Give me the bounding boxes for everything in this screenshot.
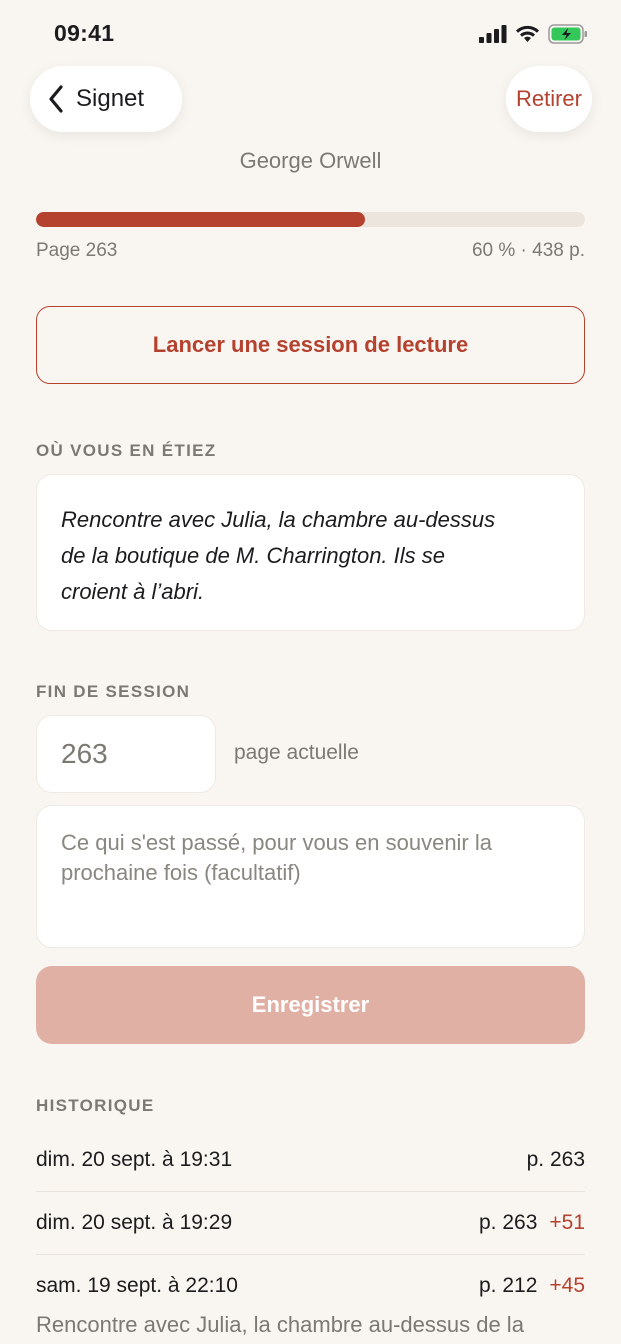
history-entry-note: Rencontre avec Julia, la chambre au-dess… bbox=[36, 1312, 524, 1337]
remove-button[interactable]: Retirer bbox=[506, 66, 592, 132]
cellular-signal-icon bbox=[479, 25, 507, 43]
back-button-label: Signet bbox=[76, 85, 145, 112]
history-date: dim. 20 sept. à 19:29 bbox=[36, 1211, 233, 1234]
history-page: p. 263 bbox=[478, 1211, 538, 1234]
note-line: croient à l’abri. bbox=[61, 579, 205, 604]
chevron-left-icon bbox=[49, 85, 63, 113]
book-author: George Orwell bbox=[239, 148, 382, 173]
reading-progress-bar bbox=[36, 212, 585, 227]
reading-progress-fill bbox=[36, 212, 366, 227]
wifi-icon bbox=[516, 25, 539, 42]
history-page: p. 212 bbox=[478, 1274, 538, 1297]
note-line: de la boutique de M. Charrington. Ils se bbox=[61, 543, 446, 568]
current-page-input[interactable]: 263 bbox=[36, 715, 216, 793]
history-section-title: HISTORIQUE bbox=[36, 1096, 155, 1115]
current-page-label: Page 263 bbox=[36, 240, 118, 261]
back-button[interactable]: Signet bbox=[30, 66, 182, 132]
session-summary-textarea[interactable]: Ce qui s'est passé, pour vous en souveni… bbox=[36, 805, 585, 948]
save-button[interactable]: Enregistrer bbox=[36, 966, 585, 1044]
history-date: sam. 19 sept. à 22:10 bbox=[36, 1274, 238, 1297]
end-session-section-title: FIN DE SESSION bbox=[36, 682, 191, 701]
where-section-title: OÙ VOUS EN ÉTIEZ bbox=[36, 441, 217, 460]
summary-placeholder-line: Ce qui s'est passé, pour vous en souveni… bbox=[61, 830, 492, 855]
start-reading-session-button[interactable]: Lancer une session de lecture bbox=[36, 306, 585, 384]
status-bar: 09:41 bbox=[0, 0, 621, 66]
status-icons bbox=[479, 24, 588, 44]
history-delta: +51 bbox=[549, 1211, 585, 1234]
note-line: Rencontre avec Julia, la chambre au-dess… bbox=[61, 507, 496, 532]
battery-charging-icon bbox=[548, 24, 587, 44]
status-time: 09:41 bbox=[54, 20, 115, 46]
summary-placeholder-line: prochaine fois (facultatif) bbox=[61, 860, 301, 885]
current-page-input-label: page actuelle bbox=[234, 741, 359, 764]
history-date: dim. 20 sept. à 19:31 bbox=[36, 1148, 233, 1171]
history-row[interactable]: dim. 20 sept. à 19:31 p. 263 bbox=[36, 1129, 585, 1192]
progress-stats: 60 % · 438 p. bbox=[471, 240, 585, 261]
history-row[interactable]: dim. 20 sept. à 19:29 p. 263 +51 bbox=[36, 1192, 585, 1255]
history-row[interactable]: sam. 19 sept. à 22:10 p. 212 +45 bbox=[36, 1255, 585, 1317]
last-position-note: Rencontre avec Julia, la chambre au-dess… bbox=[36, 474, 585, 631]
history-delta: +45 bbox=[549, 1274, 585, 1297]
history-page: p. 263 bbox=[526, 1148, 585, 1171]
